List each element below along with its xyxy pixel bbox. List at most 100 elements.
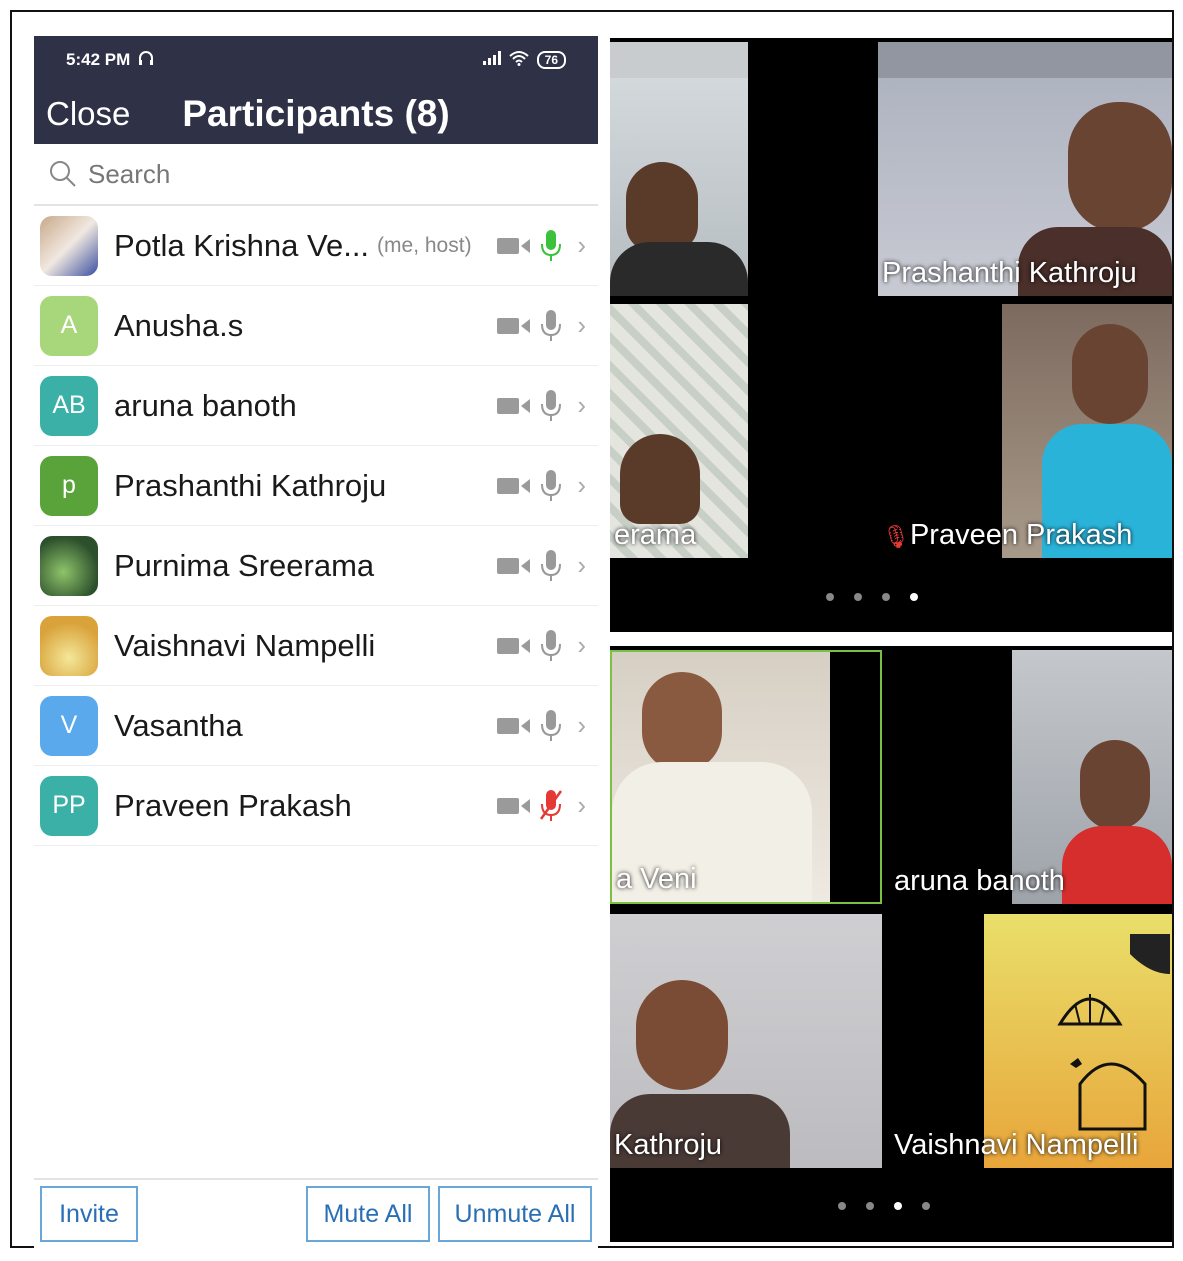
- chevron-right-icon[interactable]: ›: [577, 470, 586, 501]
- avatar: V: [40, 695, 98, 756]
- participant-row[interactable]: Purnima Sreerama ›: [34, 526, 598, 606]
- avatar: [40, 535, 98, 596]
- video-camera-icon[interactable]: [497, 715, 531, 737]
- video-camera-icon[interactable]: [497, 395, 531, 417]
- page-dot[interactable]: [866, 1202, 874, 1210]
- participant-name: Potla Krishna Ve...: [114, 227, 370, 263]
- participant-row[interactable]: p Prashanthi Kathroju ›: [34, 446, 598, 526]
- video-camera-icon[interactable]: [497, 315, 531, 337]
- muted-mic-icon: 🎙: [882, 524, 910, 549]
- chevron-right-icon[interactable]: ›: [577, 710, 586, 741]
- participant-name: Vaishnavi Nampelli: [114, 627, 376, 663]
- avatar: [40, 615, 98, 676]
- footer-bar: Invite Mute All Unmute All: [34, 1178, 598, 1248]
- page-indicator: [838, 1202, 930, 1210]
- avatar-initials: V: [60, 711, 78, 739]
- chevron-right-icon[interactable]: ›: [577, 630, 586, 661]
- participant-row[interactable]: Vaishnavi Nampelli ›: [34, 606, 598, 686]
- video-grid-page-1: Prashanthi Kathroju erama 🎙Praveen Praka…: [610, 38, 1172, 632]
- page-dot[interactable]: [826, 593, 834, 601]
- chevron-right-icon[interactable]: ›: [577, 230, 586, 261]
- microphone-icon[interactable]: [539, 309, 563, 343]
- headset-icon: [138, 50, 154, 71]
- avatar: [40, 215, 98, 276]
- microphone-icon[interactable]: [539, 389, 563, 423]
- page-dot[interactable]: [838, 1202, 846, 1210]
- birdcage-icon: [1057, 934, 1170, 1131]
- avatar-initials: A: [60, 311, 78, 339]
- chevron-right-icon[interactable]: ›: [577, 310, 586, 341]
- video-camera-icon[interactable]: [497, 795, 531, 817]
- video-tile[interactable]: aruna banoth: [890, 650, 1172, 904]
- video-tile[interactable]: a Veni: [610, 650, 882, 904]
- video-tile[interactable]: erama: [610, 304, 872, 558]
- participant-role-tag: (me, host): [377, 233, 472, 257]
- avatar-initials: p: [62, 471, 76, 499]
- close-button[interactable]: Close: [46, 95, 130, 133]
- muted-microphone-icon[interactable]: [539, 789, 563, 823]
- video-tile-name: Kathroju: [614, 1129, 723, 1161]
- chevron-right-icon[interactable]: ›: [577, 550, 586, 581]
- video-camera-icon[interactable]: [497, 235, 531, 257]
- video-tile[interactable]: Vaishnavi Nampelli: [890, 914, 1172, 1168]
- participant-name: Anusha.s: [114, 307, 244, 343]
- video-tile-name: aruna banoth: [894, 865, 1065, 897]
- microphone-icon[interactable]: [539, 469, 563, 503]
- video-tile-name: Prashanthi Kathroju: [882, 257, 1137, 289]
- participant-name: aruna banoth: [114, 387, 297, 423]
- avatar-initials: PP: [52, 791, 86, 819]
- page-dot[interactable]: [854, 593, 862, 601]
- participant-row[interactable]: Potla Krishna Ve... (me, host) ›: [34, 206, 598, 286]
- microphone-icon[interactable]: [539, 229, 563, 263]
- status-bar: 5:42 PM 76: [34, 36, 598, 84]
- title-bar: Close Participants (8): [34, 84, 598, 144]
- video-tile[interactable]: Prashanthi Kathroju: [878, 42, 1172, 296]
- chevron-right-icon[interactable]: ›: [577, 390, 586, 421]
- video-tile[interactable]: Kathroju: [610, 914, 882, 1168]
- page-indicator: [826, 593, 918, 601]
- microphone-icon[interactable]: [539, 549, 563, 583]
- participant-name: Purnima Sreerama: [114, 547, 375, 583]
- page-dot[interactable]: [922, 1202, 930, 1210]
- status-time: 5:42 PM: [66, 50, 131, 69]
- microphone-icon[interactable]: [539, 709, 563, 743]
- participant-name: Prashanthi Kathroju: [114, 467, 387, 503]
- video-tile-name: erama: [614, 519, 697, 551]
- chevron-right-icon[interactable]: ›: [577, 790, 586, 821]
- microphone-icon[interactable]: [539, 629, 563, 663]
- avatar: PP: [40, 775, 98, 836]
- avatar: p: [40, 455, 98, 516]
- page-dot[interactable]: [894, 1202, 902, 1210]
- participants-panel: 5:42 PM 76 Close Participants (8) Search…: [34, 36, 598, 1248]
- participant-name: Vasantha: [114, 707, 243, 743]
- participant-list: Potla Krishna Ve... (me, host) › A Anusha.s ›…: [34, 206, 598, 846]
- invite-button[interactable]: Invite: [40, 1186, 138, 1242]
- video-tile-name: Vaishnavi Nampelli: [894, 1129, 1139, 1161]
- video-camera-icon[interactable]: [497, 635, 531, 657]
- battery-icon: 76: [536, 51, 566, 69]
- video-tile-name: a Veni: [616, 863, 697, 895]
- page-dot[interactable]: [882, 593, 890, 601]
- search-placeholder: Search: [88, 158, 171, 189]
- search-icon: [50, 161, 76, 187]
- participant-name: Praveen Prakash: [114, 787, 352, 823]
- avatar: AB: [40, 375, 98, 436]
- page-title: Participants (8): [182, 93, 450, 134]
- video-tile-name: 🎙Praveen Prakash: [882, 519, 1133, 551]
- video-camera-icon[interactable]: [497, 475, 531, 497]
- search-input[interactable]: Search: [34, 144, 598, 206]
- participant-row[interactable]: V Vasantha ›: [34, 686, 598, 766]
- page-dot[interactable]: [910, 593, 918, 601]
- signal-icon: [482, 51, 501, 69]
- participant-row[interactable]: A Anusha.s ›: [34, 286, 598, 366]
- video-grid-page-2: a Veni aruna banoth Kathroju Vaishnavi N…: [610, 646, 1172, 1242]
- avatar-initials: AB: [52, 391, 86, 419]
- video-camera-icon[interactable]: [497, 555, 531, 577]
- mute-all-button[interactable]: Mute All: [306, 1186, 430, 1242]
- video-tile[interactable]: 🎙Praveen Prakash: [878, 304, 1172, 558]
- avatar: A: [40, 295, 98, 356]
- participant-row[interactable]: PP Praveen Prakash ›: [34, 766, 598, 846]
- video-tile[interactable]: [610, 42, 872, 296]
- unmute-all-button[interactable]: Unmute All: [438, 1186, 592, 1242]
- participant-row[interactable]: AB aruna banoth ›: [34, 366, 598, 446]
